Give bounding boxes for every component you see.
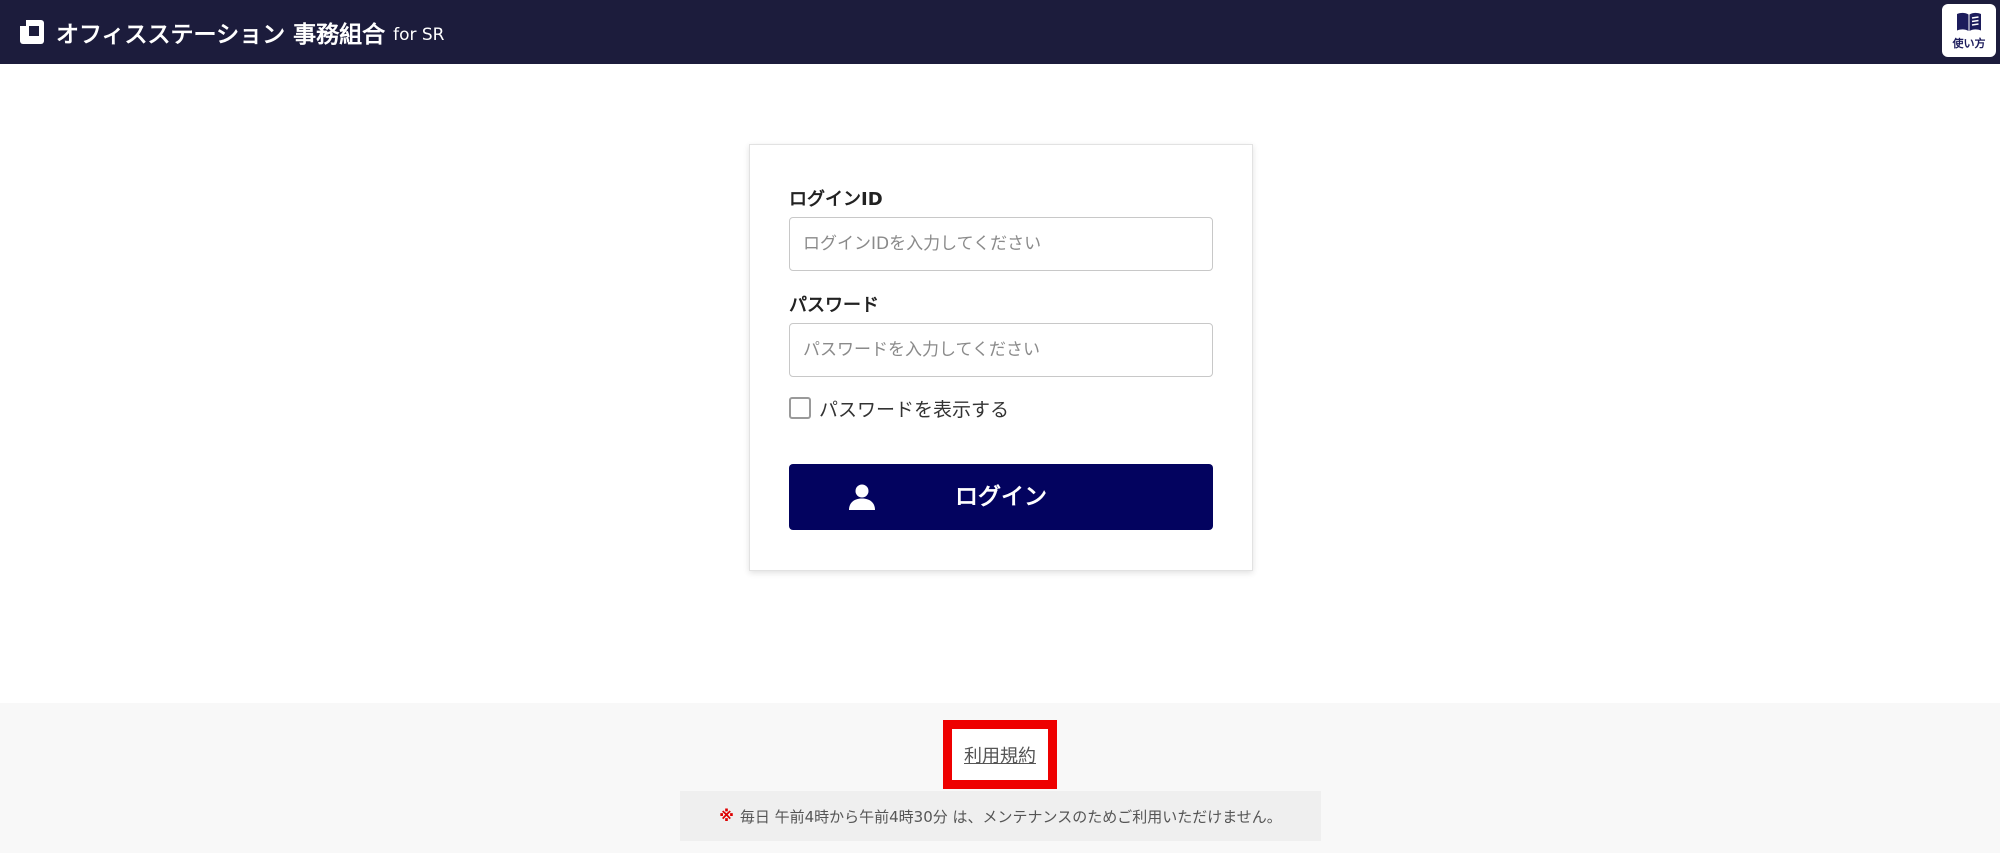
footer: 利用規約 ※ 毎日 午前4時から午前4時30分 は、メンテナンスのためご利用いた… (0, 703, 2000, 853)
app-title: オフィスステーション 事務組合 (56, 22, 386, 48)
login-id-input[interactable] (789, 217, 1213, 271)
book-icon (1957, 12, 1981, 31)
password-input[interactable] (789, 323, 1213, 377)
help-button[interactable]: 使い方 (1942, 4, 1996, 57)
login-button-label: ログイン (955, 484, 1047, 510)
brand[interactable]: オフィスステーション 事務組合 for SR (18, 14, 444, 50)
terms-of-use-link[interactable]: 利用規約 (964, 742, 1036, 768)
help-label: 使い方 (1952, 36, 1986, 50)
login-button[interactable]: ログイン (789, 464, 1213, 530)
notice-mark-icon: ※ (719, 807, 734, 825)
password-label: パスワード (789, 295, 879, 316)
login-id-label: ログインID (789, 189, 883, 210)
app-subtitle: for SR (393, 24, 445, 45)
login-card: ログインID パスワード パスワードを表示する ログイン (749, 144, 1253, 571)
maintenance-notice-text: 毎日 午前4時から午前4時30分 は、メンテナンスのためご利用いただけません。 (739, 807, 1282, 826)
app-header: オフィスステーション 事務組合 for SR 使い方 (0, 0, 2000, 64)
maintenance-notice: ※ 毎日 午前4時から午前4時30分 は、メンテナンスのためご利用いただけません… (680, 791, 1321, 841)
show-password-label: パスワードを表示する (819, 398, 1010, 421)
show-password-checkbox[interactable] (789, 397, 811, 419)
terms-highlight: 利用規約 (943, 720, 1057, 789)
office-station-logo-icon (18, 18, 46, 46)
show-password-toggle[interactable]: パスワードを表示する (789, 395, 1009, 421)
